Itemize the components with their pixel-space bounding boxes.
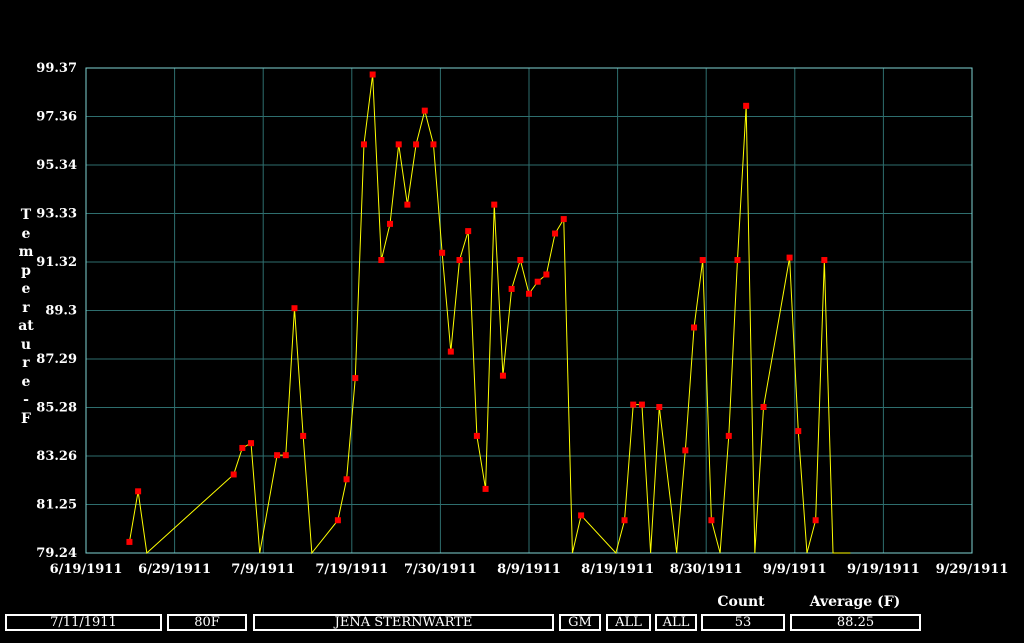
x-tick-label: 9/9/1911 — [763, 562, 827, 577]
data-point — [725, 432, 732, 439]
data-point — [543, 271, 550, 278]
data-point — [691, 324, 698, 331]
data-point — [699, 257, 706, 264]
average-label: Average (F) — [809, 594, 901, 610]
all-button-1[interactable]: ALL — [606, 614, 651, 631]
data-point — [656, 403, 663, 410]
data-point — [743, 102, 750, 109]
temperature-field[interactable]: 80F — [167, 614, 247, 631]
data-point — [526, 290, 532, 297]
data-point — [430, 141, 437, 148]
y-tick-label: 89.3 — [45, 304, 77, 319]
x-tick-label: 8/9/1911 — [497, 562, 561, 577]
data-point — [795, 428, 802, 435]
x-tick-label: 8/19/1911 — [581, 562, 654, 577]
data-point — [369, 71, 376, 78]
data-point — [352, 375, 359, 382]
data-point — [334, 517, 341, 524]
data-point — [786, 254, 793, 261]
data-point — [282, 452, 289, 459]
data-point — [534, 278, 541, 285]
data-point — [439, 249, 446, 256]
data-point — [682, 447, 689, 454]
data-point — [447, 348, 454, 355]
data-point — [508, 285, 515, 292]
data-point — [465, 228, 472, 235]
y-tick-label: 81.25 — [36, 498, 77, 513]
y-tick-label: 97.36 — [36, 110, 77, 125]
data-point — [812, 517, 819, 524]
y-tick-label: 95.34 — [36, 158, 77, 173]
data-point — [395, 141, 402, 148]
y-tick-label: 99.37 — [36, 61, 77, 76]
data-point — [404, 201, 411, 208]
series-line — [128, 74, 851, 555]
grid — [86, 68, 972, 553]
data-point — [239, 444, 246, 451]
gm-button[interactable]: GM — [559, 614, 601, 631]
station-field[interactable]: JENA STERNWARTE — [253, 614, 554, 631]
date-field[interactable]: 7/11/1911 — [5, 614, 162, 631]
data-point — [760, 403, 767, 410]
y-tick-label: 87.29 — [36, 352, 77, 367]
data-point — [708, 517, 715, 524]
data-point — [378, 257, 385, 264]
y-tick-label: 93.33 — [36, 207, 77, 222]
data-point — [343, 476, 350, 483]
data-point — [499, 372, 506, 379]
data-point — [413, 141, 420, 148]
data-point — [300, 432, 307, 439]
data-point — [230, 471, 237, 478]
data-point — [621, 517, 628, 524]
data-point — [421, 107, 428, 114]
x-tick-label: 7/30/1911 — [404, 562, 477, 577]
data-point — [360, 141, 367, 148]
y-axis-label: Temperature - F — [18, 207, 34, 427]
all-button-2[interactable]: ALL — [655, 614, 697, 631]
data-point — [126, 538, 133, 545]
data-point — [473, 432, 480, 439]
data-point — [274, 452, 281, 459]
count-label: Count — [717, 594, 765, 610]
count-value: 53 — [701, 614, 785, 631]
y-tick-label: 91.32 — [36, 255, 77, 270]
data-point — [491, 201, 498, 208]
data-point — [560, 216, 567, 223]
x-tick-label: 6/29/1911 — [138, 562, 211, 577]
x-tick-label: 8/30/1911 — [670, 562, 743, 577]
series — [126, 71, 851, 555]
data-point — [630, 401, 637, 408]
x-tick-label: 6/19/1911 — [50, 562, 123, 577]
data-point — [517, 257, 524, 264]
average-value: 88.25 — [790, 614, 921, 631]
data-point — [291, 305, 298, 312]
y-tick-label: 85.28 — [36, 401, 77, 416]
x-axis: 6/19/1911 6/29/1911 7/9/1911 7/19/1911 7/30/… — [50, 562, 1009, 577]
y-tick-label: 83.26 — [36, 449, 77, 464]
data-point — [552, 230, 559, 237]
data-point — [734, 257, 741, 264]
x-tick-label: 7/19/1911 — [315, 562, 388, 577]
y-axis: 79.24 81.25 83.26 85.28 87.29 89.3 91.32 93.33 9… — [36, 61, 77, 561]
data-point — [456, 257, 463, 264]
data-point — [135, 488, 142, 495]
data-point — [578, 512, 585, 519]
x-tick-label: 9/19/1911 — [847, 562, 920, 577]
chart: 79.24 81.25 83.26 85.28 87.29 89.3 91.32 93.33 9… — [36, 61, 1009, 577]
y-tick-label: 79.24 — [36, 546, 77, 561]
data-point — [482, 485, 489, 492]
data-point — [638, 401, 645, 408]
x-tick-label: 7/9/1911 — [231, 562, 295, 577]
x-tick-label: 9/29/1911 — [936, 562, 1009, 577]
data-point — [248, 440, 255, 447]
data-point — [387, 220, 394, 227]
data-point — [821, 257, 828, 264]
